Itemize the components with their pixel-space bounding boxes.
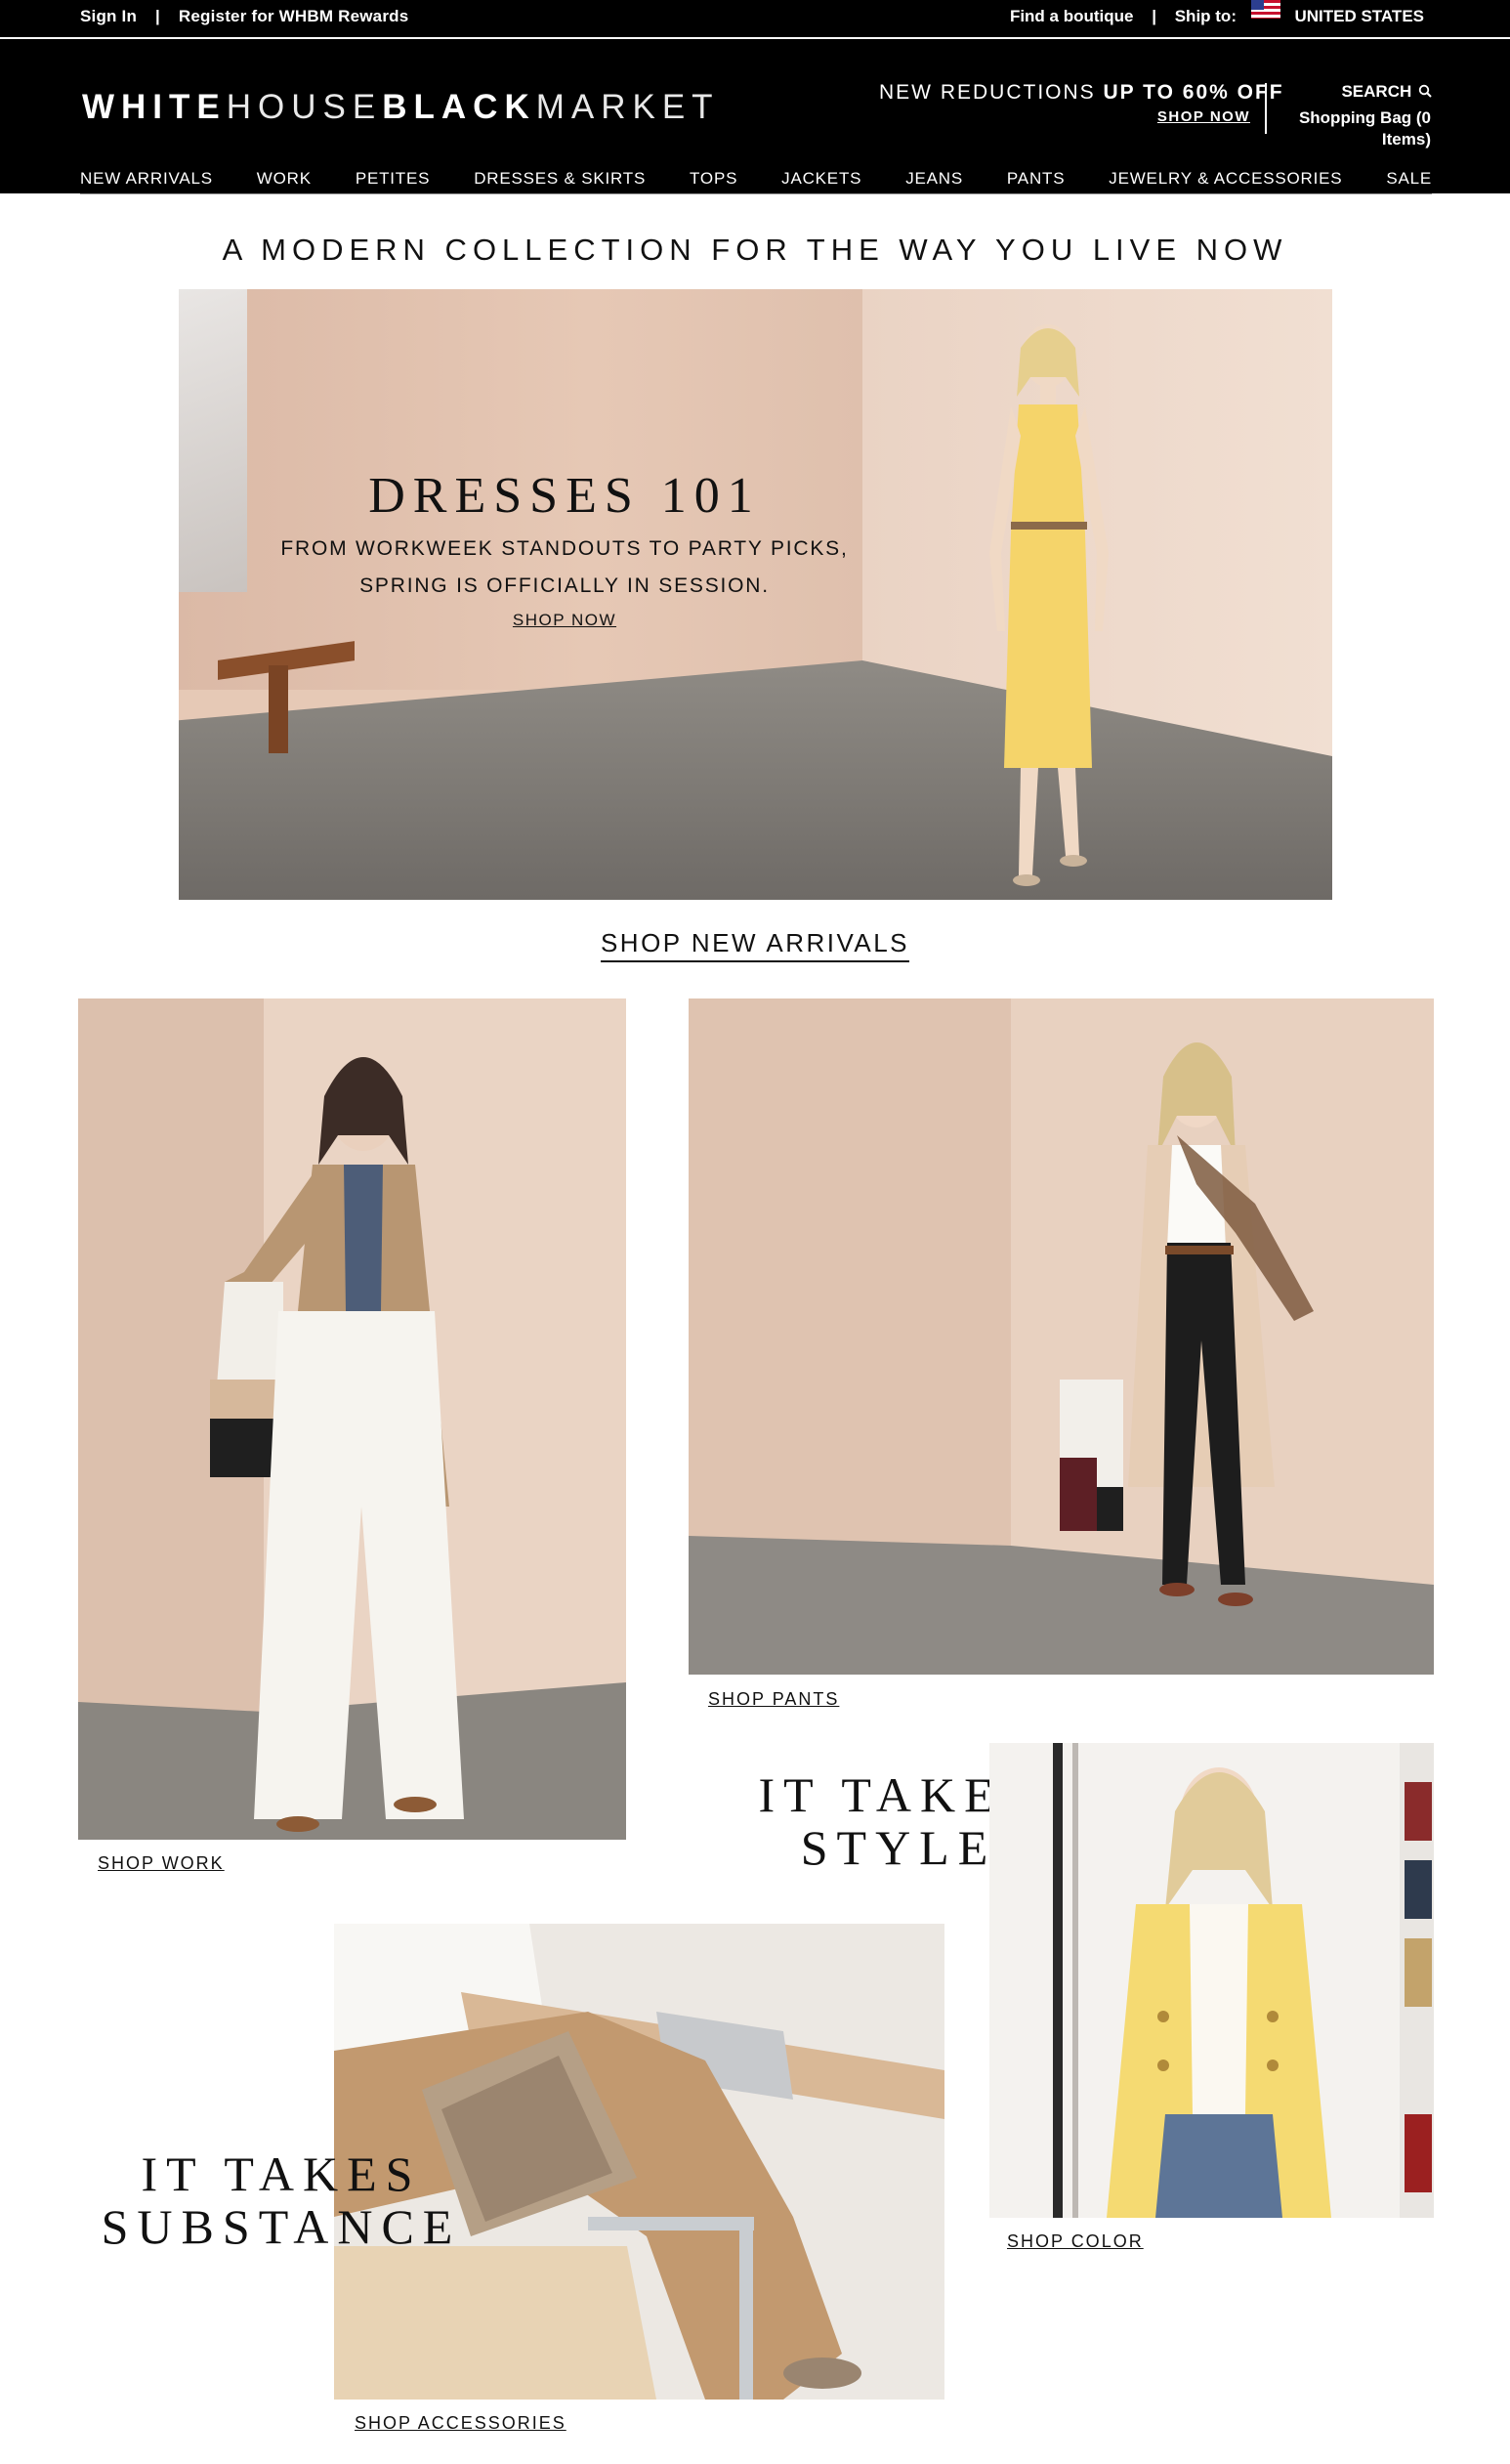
utility-left: Sign In | Register for WHBM Rewards (80, 0, 408, 35)
nav-item-jewelry-accessories[interactable]: JEWELRY & ACCESSORIES (1109, 169, 1342, 189)
utility-bar: Sign In | Register for WHBM Rewards Find… (0, 0, 1510, 39)
logo-word-market: MARKET (535, 88, 720, 126)
nav-item-new-arrivals[interactable]: NEW ARRIVALS (80, 169, 213, 189)
nav-item-dresses-skirts[interactable]: DRESSES & SKIRTS (474, 169, 646, 189)
hero-copy: DRESSES 101 FROM WORKWEEK STANDOUTS TO P… (179, 467, 950, 630)
pants-tile-image[interactable] (689, 998, 1434, 1675)
ship-to-country[interactable]: UNITED STATES (1294, 0, 1424, 33)
search-button[interactable]: SEARCH (1341, 82, 1432, 102)
color-model-image (989, 1743, 1434, 2218)
nav-item-jeans[interactable]: JEANS (905, 169, 963, 189)
shop-pants-link[interactable]: SHOP PANTS (708, 1689, 839, 1710)
shop-accessories-link[interactable]: SHOP ACCESSORIES (355, 2413, 566, 2434)
work-model-image (78, 998, 626, 1840)
sign-in-link[interactable]: Sign In (80, 0, 137, 33)
substance-heading-line-2: SUBSTANCE (101, 2199, 462, 2254)
hero-model-image (989, 324, 1109, 886)
hero-subtitle-line-1: FROM WORKWEEK STANDOUTS TO PARTY PICKS, (280, 537, 849, 560)
register-rewards-link[interactable]: Register for WHBM Rewards (179, 0, 408, 33)
shop-new-arrivals-link[interactable]: SHOP NEW ARRIVALS (600, 928, 910, 962)
shop-work-link[interactable]: SHOP WORK (98, 1853, 225, 1874)
nav-item-work[interactable]: WORK (257, 169, 312, 189)
search-label: SEARCH (1341, 82, 1412, 101)
header-divider (1265, 83, 1267, 134)
hero-subtitle: FROM WORKWEEK STANDOUTS TO PARTY PICKS, … (179, 531, 950, 605)
promo-banner: NEW REDUCTIONS UP TO 60% OFF SHOP NOW (879, 81, 1282, 125)
substance-heading: IT TAKES SUBSTANCE (86, 2147, 477, 2253)
work-tile-image[interactable] (78, 998, 626, 1840)
find-boutique-link[interactable]: Find a boutique (1010, 0, 1134, 33)
logo-word-white: WHITE (82, 88, 227, 126)
utility-separator: | (155, 7, 160, 25)
promo-shop-now-link[interactable]: SHOP NOW (879, 108, 1250, 125)
utility-right: Find a boutique | Ship to: UNITED STATES (1010, 0, 1424, 35)
nav-item-tops[interactable]: TOPS (690, 169, 737, 189)
promo-prefix: NEW REDUCTIONS (879, 81, 1096, 104)
logo-word-black: BLACK (382, 88, 536, 126)
magnifier-icon (1418, 84, 1432, 98)
promo-text: NEW REDUCTIONS UP TO 60% OFF (879, 81, 1282, 105)
shopping-bag-link[interactable]: Shopping Bag (0 Items) (1289, 107, 1431, 150)
nav-item-petites[interactable]: PETITES (356, 169, 430, 189)
substance-heading-line-1: IT TAKES (141, 2146, 422, 2201)
pants-model-image (689, 998, 1434, 1675)
shop-color-link[interactable]: SHOP COLOR (1007, 2231, 1144, 2252)
shop-new-arrivals: SHOP NEW ARRIVALS (0, 928, 1510, 962)
hero-subtitle-line-2: SPRING IS OFFICIALLY IN SESSION. (359, 574, 770, 597)
ship-to-label: Ship to: (1174, 7, 1237, 25)
site-header: WHITEHOUSEBLACKMARKET NEW REDUCTIONS UP … (0, 39, 1510, 194)
hero-bench-leg (269, 665, 288, 753)
brand-logo[interactable]: WHITEHOUSEBLACKMARKET (82, 88, 720, 127)
page-tagline: A MODERN COLLECTION FOR THE WAY YOU LIVE… (222, 233, 1288, 267)
hero-title: DRESSES 101 (368, 468, 761, 524)
color-tile-image[interactable] (989, 1743, 1434, 2218)
main-nav: NEW ARRIVALS WORK PETITES DRESSES & SKIR… (80, 164, 1432, 194)
nav-item-pants[interactable]: PANTS (1007, 169, 1065, 189)
utility-separator: | (1152, 7, 1156, 25)
hero-shop-now-link[interactable]: SHOP NOW (513, 611, 616, 630)
nav-item-sale[interactable]: SALE (1386, 169, 1432, 189)
nav-item-jackets[interactable]: JACKETS (781, 169, 861, 189)
logo-word-house: HOUSE (226, 88, 383, 126)
us-flag-icon[interactable] (1250, 0, 1280, 19)
promo-highlight: UP TO 60% OFF (1103, 81, 1284, 104)
